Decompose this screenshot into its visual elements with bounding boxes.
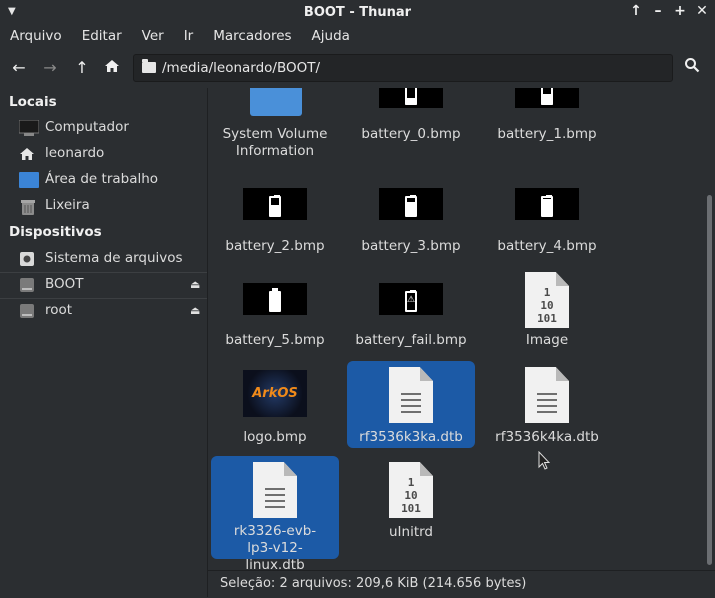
sidebar-item-label: Área de trabalho <box>45 171 159 187</box>
sidebar-item-computer[interactable]: Computador <box>0 115 207 141</box>
sidebar-item-label: leonardo <box>45 145 105 161</box>
sidebar-item-home[interactable]: leonardo <box>0 141 207 167</box>
devices-header: Dispositivos <box>9 224 102 240</box>
close-icon[interactable]: ✕ <box>695 3 709 19</box>
file-name: Image <box>525 332 569 348</box>
logo-image-icon: ArkOS <box>243 370 307 417</box>
file-name: battery_5.bmp <box>225 332 325 348</box>
drive-icon <box>19 303 35 323</box>
menu-ver[interactable]: Ver <box>132 26 174 48</box>
file-item[interactable]: battery_1.bmp <box>483 88 611 148</box>
location-bar[interactable]: /media/leonardo/BOOT/ <box>133 54 673 82</box>
menu-marcadores[interactable]: Marcadores <box>203 26 301 48</box>
sidebar-item-trash[interactable]: Lixeira <box>0 193 207 219</box>
battery-image-icon <box>379 188 443 220</box>
file-name: battery_2.bmp <box>225 238 325 254</box>
sidebar-item-boot[interactable]: BOOT ⏏ <box>0 272 207 298</box>
status-text: Seleção: 2 arquivos: 209,6 KiB (214.656 … <box>220 576 527 591</box>
battery-fail-image-icon: ⚠ <box>379 283 443 315</box>
desktop-icon <box>19 172 39 192</box>
title-bar: ▼ BOOT - Thunar ↑ – + ✕ <box>0 0 715 26</box>
file-name: battery_fail.bmp <box>355 332 467 348</box>
battery-image-icon <box>515 188 579 220</box>
forward-icon[interactable]: → <box>40 58 60 77</box>
menu-ajuda[interactable]: Ajuda <box>302 26 360 48</box>
file-item[interactable]: battery_2.bmp <box>211 184 339 259</box>
file-name: rf3536k3ka.dtb <box>359 429 463 445</box>
drive-icon <box>19 277 35 297</box>
file-item[interactable]: 1 10 101 Image <box>483 268 611 353</box>
file-item[interactable]: 1 10 101 uInitrd <box>347 456 475 543</box>
status-bar: Seleção: 2 arquivos: 209,6 KiB (214.656 … <box>208 570 715 598</box>
eject-icon[interactable]: ⏏ <box>190 304 200 317</box>
folder-icon <box>250 88 302 116</box>
eject-icon[interactable]: ⏏ <box>190 278 200 291</box>
sidebar-item-root[interactable]: root ⏏ <box>0 298 207 324</box>
toolbar: ← → ↑ /media/leonardo/BOOT/ <box>0 49 715 87</box>
places-header: Locais <box>9 94 57 110</box>
computer-icon <box>18 119 40 140</box>
battery-image-icon <box>515 88 579 108</box>
menu-bar: Arquivo Editar Ver Ir Marcadores Ajuda <box>0 26 715 48</box>
folder-icon <box>142 59 156 73</box>
file-item[interactable]: rf3536k4ka.dtb <box>483 361 611 448</box>
sidebar-item-label: BOOT <box>45 276 84 292</box>
file-item[interactable]: ⚠ battery_fail.bmp <box>347 278 475 353</box>
file-name: rf3536k4ka.dtb <box>495 429 599 445</box>
sidebar-item-label: Lixeira <box>45 197 90 213</box>
file-name: battery_3.bmp <box>361 238 461 254</box>
file-name: System Volume Information <box>222 126 328 159</box>
file-name: rk3326-evb-lp3-v12-linux.dtb <box>233 523 317 570</box>
up-icon[interactable]: ↑ <box>72 58 92 77</box>
sidebar-item-filesystem[interactable]: Sistema de arquivos <box>0 246 207 272</box>
keep-above-icon[interactable]: ↑ <box>629 3 643 19</box>
file-item[interactable]: battery_5.bmp <box>211 278 339 353</box>
battery-image-icon <box>243 188 307 220</box>
file-item[interactable]: System Volume Information <box>211 88 339 164</box>
file-name: battery_0.bmp <box>361 126 461 142</box>
maximize-icon[interactable]: + <box>673 3 687 19</box>
file-name: battery_4.bmp <box>497 238 597 254</box>
binary-file-icon: 1 10 101 <box>389 462 433 518</box>
file-name: battery_1.bmp <box>497 126 597 142</box>
vertical-scrollbar[interactable] <box>707 195 712 565</box>
binary-file-icon: 1 10 101 <box>525 272 569 328</box>
file-item[interactable]: battery_3.bmp <box>347 184 475 259</box>
text-file-icon <box>525 367 569 423</box>
menu-arquivo[interactable]: Arquivo <box>0 26 72 48</box>
text-file-icon <box>253 462 297 518</box>
menu-editar[interactable]: Editar <box>72 26 132 48</box>
trash-icon <box>19 198 37 220</box>
sidebar-item-desktop[interactable]: Área de trabalho <box>0 167 207 193</box>
file-item[interactable]: battery_4.bmp <box>483 184 611 259</box>
file-item[interactable]: battery_0.bmp <box>347 88 475 148</box>
file-item[interactable]: ArkOS logo.bmp <box>211 366 339 446</box>
mouse-cursor-icon <box>538 450 551 475</box>
battery-image-icon <box>243 283 307 315</box>
search-icon[interactable] <box>684 57 700 77</box>
home-icon <box>19 146 35 166</box>
drive-icon <box>19 251 35 271</box>
file-item[interactable]: rf3536k3ka.dtb <box>347 361 475 448</box>
file-name: uInitrd <box>388 524 434 540</box>
logo-text: ArkOS <box>252 386 298 401</box>
location-path: /media/leonardo/BOOT/ <box>162 60 321 76</box>
home-icon[interactable] <box>102 58 122 78</box>
menu-ir[interactable]: Ir <box>174 26 204 48</box>
text-file-icon <box>389 367 433 423</box>
sidebar-item-label: Computador <box>45 119 129 135</box>
file-name: logo.bmp <box>243 429 307 445</box>
minimize-icon[interactable]: – <box>651 3 665 19</box>
battery-image-icon <box>379 88 443 108</box>
file-icon-view[interactable]: System Volume Information battery_0.bmp … <box>208 88 715 570</box>
sidebar-item-label: Sistema de arquivos <box>45 250 183 266</box>
back-icon[interactable]: ← <box>9 58 29 77</box>
window-title: BOOT - Thunar <box>303 5 412 20</box>
sidebar: Locais Computador leonardo Área de traba… <box>0 88 207 597</box>
sidebar-item-label: root <box>45 302 73 318</box>
file-item[interactable]: rk3326-evb-lp3-v12-linux.dtb <box>211 456 339 570</box>
